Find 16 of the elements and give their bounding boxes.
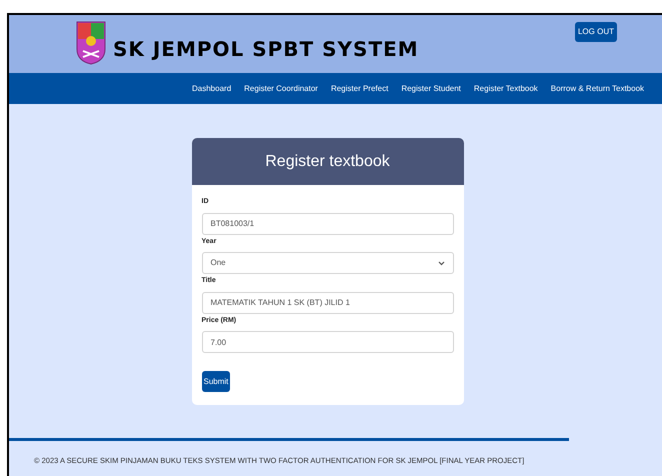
nav-link[interactable]: Register Student [401, 82, 461, 94]
logout-button[interactable]: LOG OUT [574, 22, 617, 42]
year-dropdown[interactable]: One [202, 252, 454, 274]
chevron-down-icon [438, 260, 444, 266]
text-field[interactable]: BT081003/1 [202, 212, 454, 234]
nav-link[interactable]: Dashboard [192, 82, 232, 94]
submit-button[interactable]: Submit [202, 371, 230, 392]
nav-link[interactable]: Borrow & Return Textbook [550, 82, 644, 94]
text-field[interactable]: MATEMATIK TAHUN 1 SK (BT) JILID 1 [202, 292, 454, 314]
form-title: Register textbook [265, 152, 390, 172]
site-title: SK JEMPOL SPBT SYSTEM [113, 36, 419, 63]
school-crest-icon [76, 21, 106, 65]
nav-link[interactable]: Register Prefect [330, 82, 388, 94]
nav-link[interactable]: Register Textbook [474, 82, 538, 94]
text-field[interactable]: 7.00 [202, 331, 454, 353]
nav-link[interactable]: Register Coordinator [244, 82, 318, 94]
